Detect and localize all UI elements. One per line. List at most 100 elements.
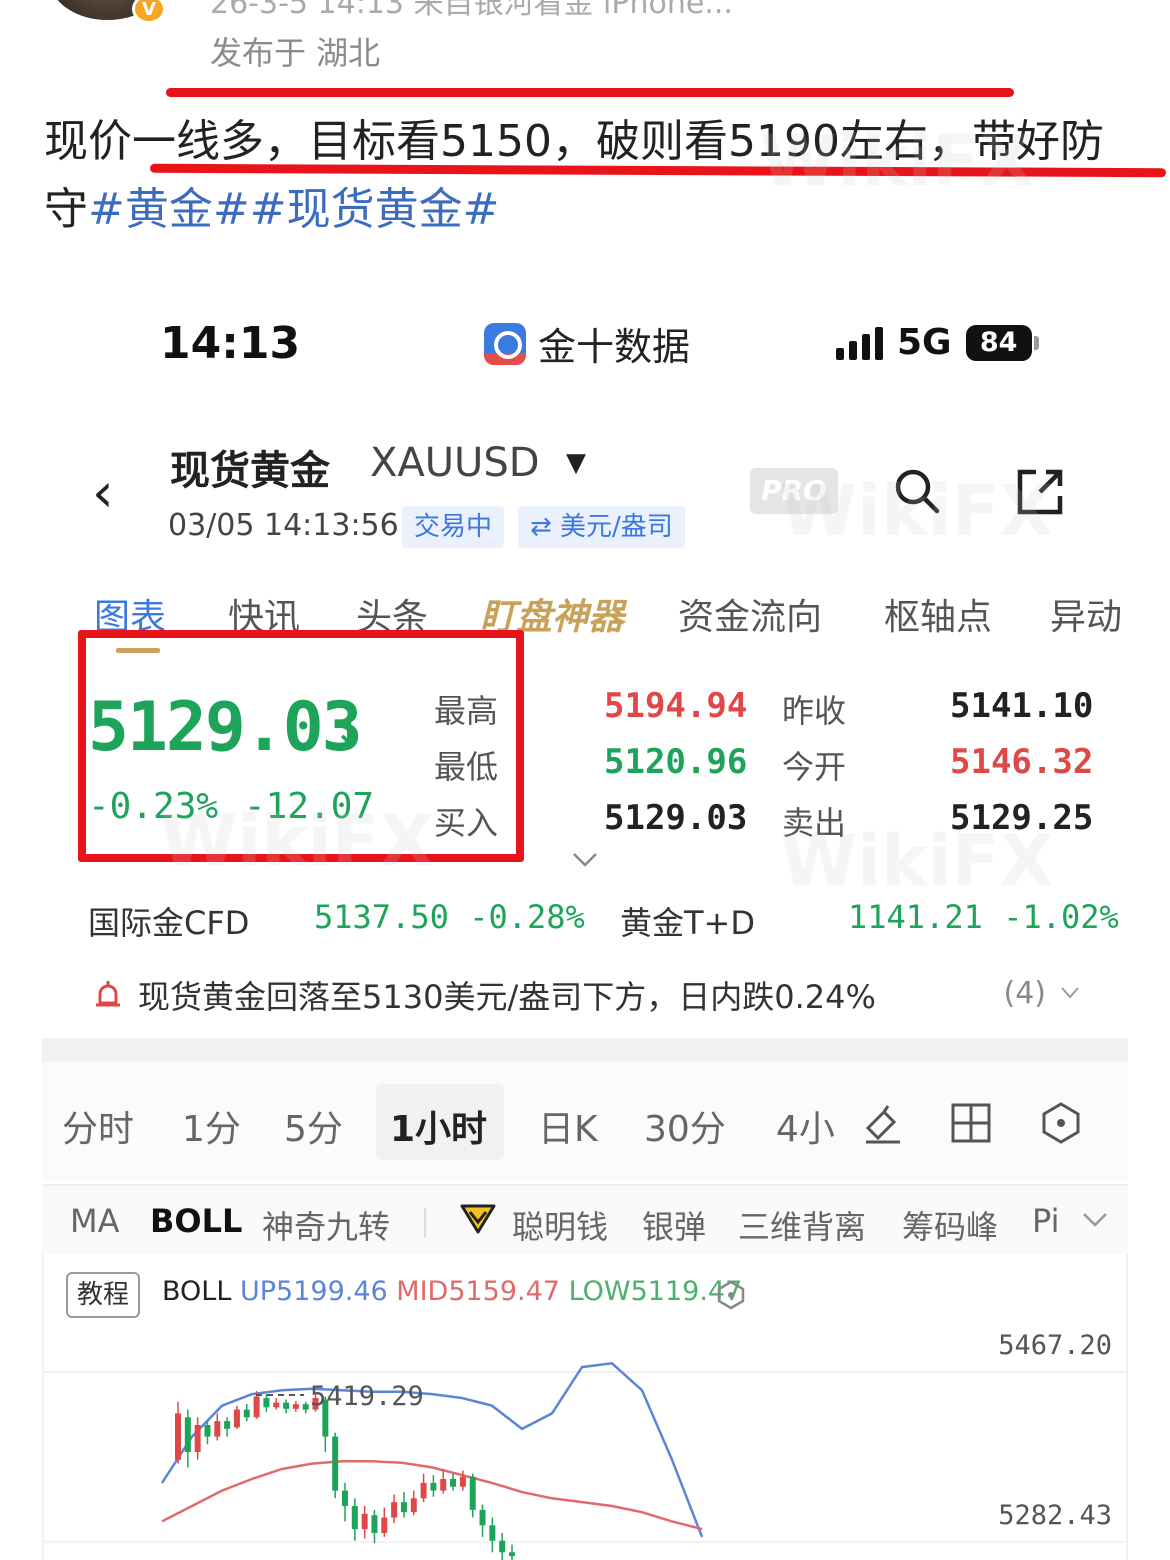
indicator-settings-icon[interactable] xyxy=(716,1280,746,1310)
value-high: 5194.94 xyxy=(604,686,748,726)
indicator-ma[interactable]: MA xyxy=(70,1202,120,1240)
pro-button[interactable]: PRO xyxy=(750,468,838,514)
label-ask: 卖出 xyxy=(782,804,847,842)
news-alert[interactable]: 现货黄金回落至5130美元/盎司下方，日内跌0.24% (4) xyxy=(92,972,1088,1018)
related-td-change: -1.02% xyxy=(1003,898,1119,936)
boll-legend: BOLL UP5199.46 MID5159.47 LOW5119.47 xyxy=(162,1276,742,1307)
back-icon[interactable]: ‹ xyxy=(92,466,114,520)
indicator-boll[interactable]: BOLL xyxy=(150,1202,242,1240)
share-icon[interactable] xyxy=(1014,466,1066,518)
candle-body xyxy=(243,1409,250,1418)
candle-body xyxy=(263,1398,270,1408)
period-30m[interactable]: 30分 xyxy=(644,1100,726,1152)
period-1h[interactable]: 1小时 xyxy=(390,1100,487,1152)
tutorial-button[interactable]: 教程 xyxy=(66,1272,140,1318)
signal-icon xyxy=(836,326,883,360)
alarm-icon xyxy=(96,981,120,1007)
value-bid: 5129.03 xyxy=(604,798,748,838)
chevron-down-icon[interactable] xyxy=(1082,1212,1108,1228)
candle-body xyxy=(302,1404,309,1410)
status-app-name: 金十数据 xyxy=(538,325,691,369)
candle-body xyxy=(283,1402,290,1409)
related-cfd[interactable]: 国际金CFD xyxy=(88,898,249,944)
trading-status-chip: 交易中 xyxy=(402,506,505,548)
candle-body xyxy=(420,1482,427,1499)
candle-body xyxy=(204,1425,211,1437)
candle-body xyxy=(400,1502,407,1513)
value-low: 5120.96 xyxy=(604,742,748,782)
candle-body xyxy=(175,1413,181,1460)
label-prev-close: 昨收 xyxy=(782,692,847,730)
indicator-chip-peak[interactable]: 筹码峰 xyxy=(902,1202,998,1248)
candle-body xyxy=(371,1515,378,1533)
candle-body xyxy=(391,1502,398,1518)
tab-fund-flow[interactable]: 资金流向 xyxy=(678,588,822,640)
search-icon[interactable] xyxy=(892,466,942,516)
layout-grid-icon[interactable] xyxy=(950,1102,992,1144)
candle-body xyxy=(430,1482,437,1491)
peak-annotation: 5419.29 xyxy=(310,1381,424,1412)
instrument-code[interactable]: XAUUSD xyxy=(370,440,540,486)
candle-body xyxy=(194,1425,201,1452)
related-td[interactable]: 黄金T+D xyxy=(620,898,755,944)
post-location: 发布于 湖北 xyxy=(210,34,381,72)
status-indicators: 5G 84 xyxy=(836,322,1039,363)
indicator-pivot[interactable]: Pi xyxy=(1032,1202,1074,1240)
indicator-separator xyxy=(424,1208,426,1238)
verified-badge: V xyxy=(132,0,166,24)
related-td-value: 1141.21 xyxy=(848,898,983,936)
y-tick-label: 5467.20 xyxy=(998,1330,1112,1361)
status-time: 14:13 xyxy=(160,318,301,369)
chevron-down-icon[interactable] xyxy=(1060,986,1080,1000)
boll-legend-up: UP5199.46 xyxy=(239,1276,388,1307)
candle-body xyxy=(469,1476,476,1510)
hashtag-gold[interactable]: #黄金# xyxy=(88,184,250,235)
settings-hexagon-icon[interactable] xyxy=(1040,1102,1082,1144)
tab-anomaly[interactable]: 异动 xyxy=(1050,588,1122,640)
indicator-silver-bullet[interactable]: 银弹 xyxy=(642,1202,706,1248)
tab-pivot-points[interactable]: 枢轴点 xyxy=(884,588,992,640)
indicator-magic-nine[interactable]: 神奇九转 xyxy=(262,1202,390,1248)
candle-body xyxy=(410,1498,417,1513)
value-ask: 5129.25 xyxy=(950,798,1094,838)
label-open: 今开 xyxy=(782,748,847,786)
period-1m[interactable]: 1分 xyxy=(182,1100,241,1152)
period-daily[interactable]: 日K xyxy=(538,1100,598,1152)
boll-upper-line xyxy=(160,1361,704,1538)
candle-body xyxy=(479,1509,486,1526)
candle-body xyxy=(342,1490,348,1506)
candle-body xyxy=(459,1476,466,1487)
chevron-down-icon[interactable] xyxy=(572,852,598,868)
related-cfd-label: 国际金CFD xyxy=(88,904,250,942)
candle-body xyxy=(361,1513,368,1530)
candle-body xyxy=(440,1479,447,1491)
period-4h[interactable]: 4小 xyxy=(776,1100,836,1152)
related-cfd-quote: 5137.50 -0.28% xyxy=(314,898,585,936)
news-alert-text: 现货黄金回落至5130美元/盎司下方，日内跌0.24% xyxy=(138,978,876,1016)
candle-body xyxy=(489,1525,496,1541)
candle-body xyxy=(509,1552,515,1557)
candle-body xyxy=(273,1402,280,1408)
indicator-3d-divergence[interactable]: 三维背离 xyxy=(738,1202,866,1248)
caret-down-icon[interactable]: ▼ xyxy=(566,448,586,478)
related-cfd-change: -0.28% xyxy=(469,898,585,936)
candle-body xyxy=(292,1404,299,1409)
section-divider xyxy=(42,1038,1128,1062)
app-logo-icon xyxy=(484,322,526,365)
candle-body xyxy=(184,1417,191,1452)
candle-body xyxy=(381,1517,388,1533)
hashtag-spot-gold[interactable]: #现货黄金# xyxy=(250,184,500,235)
value-prev-close: 5141.10 xyxy=(950,686,1094,726)
instrument-name: 现货黄金 xyxy=(170,448,330,494)
boll-mid-line xyxy=(161,1460,703,1531)
diamond-icon xyxy=(460,1204,496,1234)
period-5m[interactable]: 5分 xyxy=(284,1100,343,1152)
status-app: 金十数据 xyxy=(484,316,690,371)
draw-tool-icon[interactable] xyxy=(862,1102,904,1144)
unit-toggle-chip[interactable]: ⇄ 美元/盎司 xyxy=(518,506,685,548)
candle-body xyxy=(450,1479,457,1487)
period-timeshare[interactable]: 分时 xyxy=(62,1100,134,1152)
value-open: 5146.32 xyxy=(950,742,1094,782)
indicator-smart-money[interactable]: 聪明钱 xyxy=(512,1202,608,1248)
boll-legend-name: BOLL xyxy=(162,1276,232,1307)
